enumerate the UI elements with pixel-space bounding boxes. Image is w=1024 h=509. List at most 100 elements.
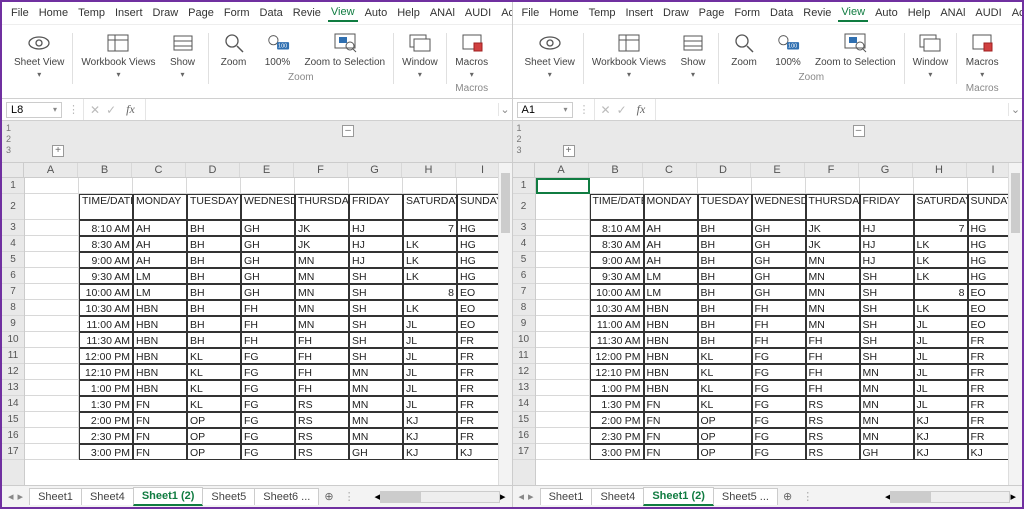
cell[interactable]: 1:00 PM — [79, 380, 133, 396]
cell[interactable] — [536, 332, 590, 348]
col-C[interactable]: C — [643, 163, 697, 177]
row-header[interactable]: 14 — [513, 396, 535, 412]
cell[interactable]: GH — [752, 252, 806, 268]
cell-header[interactable]: THURSDAY — [295, 194, 349, 220]
zoom-button[interactable]: Zoom — [725, 29, 763, 70]
col-G[interactable]: G — [859, 163, 913, 177]
cell[interactable]: FN — [644, 444, 698, 460]
cell[interactable]: FG — [752, 412, 806, 428]
cell[interactable] — [25, 364, 79, 380]
cell[interactable] — [536, 252, 590, 268]
add-sheet-button[interactable]: ⊕ — [777, 490, 798, 503]
row-header[interactable]: 4 — [513, 236, 535, 252]
sheet-tab[interactable]: Sheet5 ... — [713, 488, 778, 505]
cell[interactable]: RS — [295, 396, 349, 412]
col-E[interactable]: E — [751, 163, 805, 177]
row-header[interactable]: 11 — [2, 348, 24, 364]
cell[interactable]: KL — [187, 396, 241, 412]
cell[interactable]: 9:30 AM — [79, 268, 133, 284]
cell[interactable]: 12:00 PM — [79, 348, 133, 364]
add-sheet-button[interactable]: ⊕ — [318, 490, 339, 503]
cell[interactable]: MN — [349, 428, 403, 444]
row-header[interactable]: 5 — [513, 252, 535, 268]
cell-header[interactable]: SATURDAY — [914, 194, 968, 220]
cell[interactable]: 9:30 AM — [590, 268, 644, 284]
cell[interactable]: LK — [914, 236, 968, 252]
cell[interactable]: HBN — [133, 380, 187, 396]
cell[interactable]: LM — [644, 268, 698, 284]
cell[interactable]: 2:00 PM — [79, 412, 133, 428]
enter-icon[interactable]: ✓ — [106, 103, 116, 117]
cell[interactable]: SH — [349, 332, 403, 348]
cell[interactable]: JL — [914, 380, 968, 396]
cell[interactable]: KJ — [914, 444, 968, 460]
select-all-corner[interactable] — [513, 163, 535, 177]
cell[interactable]: JK — [295, 220, 349, 236]
cell[interactable]: GH — [349, 444, 403, 460]
cell[interactable]: BH — [187, 284, 241, 300]
formula-expand[interactable]: ⌄ — [1008, 103, 1022, 116]
cell[interactable]: LM — [133, 268, 187, 284]
cell[interactable]: BH — [698, 284, 752, 300]
hscroll-right[interactable]: ▸ — [1010, 490, 1016, 503]
cell[interactable]: HBN — [644, 364, 698, 380]
cell[interactable]: GH — [860, 444, 914, 460]
cell[interactable] — [25, 252, 79, 268]
cell[interactable]: FG — [241, 348, 295, 364]
cancel-icon[interactable]: ✕ — [90, 103, 100, 117]
cell[interactable] — [644, 178, 698, 194]
cell[interactable]: JK — [806, 236, 860, 252]
menu-data[interactable]: Data — [257, 5, 286, 21]
macros-button[interactable]: Macros ▾ — [453, 29, 491, 81]
cell[interactable]: MN — [295, 268, 349, 284]
cell[interactable]: 2:00 PM — [590, 412, 644, 428]
cell[interactable]: RS — [295, 412, 349, 428]
cell[interactable]: MN — [860, 428, 914, 444]
cell[interactable]: FH — [752, 316, 806, 332]
col-B[interactable]: B — [78, 163, 132, 177]
cell[interactable]: RS — [295, 444, 349, 460]
cell[interactable]: KL — [187, 380, 241, 396]
cell[interactable]: BH — [187, 268, 241, 284]
row-header[interactable]: 14 — [2, 396, 24, 412]
col-A[interactable]: A — [535, 163, 589, 177]
cell[interactable] — [752, 178, 806, 194]
cell[interactable] — [590, 178, 644, 194]
cell[interactable] — [25, 220, 79, 236]
cell[interactable] — [25, 444, 79, 460]
cell[interactable] — [187, 178, 241, 194]
cell[interactable]: 8 — [403, 284, 457, 300]
cell[interactable] — [536, 316, 590, 332]
cell[interactable]: HBN — [644, 316, 698, 332]
cell[interactable] — [914, 178, 968, 194]
cell[interactable]: 7 — [403, 220, 457, 236]
show-button[interactable]: Show ▾ — [164, 29, 202, 81]
cell[interactable]: GH — [241, 268, 295, 284]
menu-auto[interactable]: Auto — [872, 5, 901, 21]
cell[interactable]: 12:10 PM — [79, 364, 133, 380]
menu-review[interactable]: Revie — [800, 5, 834, 21]
cell[interactable]: KL — [698, 348, 752, 364]
col-F[interactable]: F — [294, 163, 348, 177]
cell[interactable]: SH — [349, 268, 403, 284]
menu-form[interactable]: Form — [731, 5, 763, 21]
cell[interactable] — [806, 178, 860, 194]
row-header[interactable]: 9 — [513, 316, 535, 332]
cell[interactable]: SH — [860, 300, 914, 316]
col-C[interactable]: C — [132, 163, 186, 177]
cell-header[interactable]: THURSDAY — [806, 194, 860, 220]
row-header[interactable]: 12 — [2, 364, 24, 380]
zoom-100-button[interactable]: 100 100% — [259, 29, 297, 70]
row-header[interactable]: 16 — [513, 428, 535, 444]
cell[interactable] — [536, 364, 590, 380]
row-header[interactable]: 13 — [513, 380, 535, 396]
cell[interactable]: 9:00 AM — [590, 252, 644, 268]
cell[interactable]: RS — [806, 412, 860, 428]
cell[interactable]: JL — [914, 348, 968, 364]
cell[interactable] — [25, 178, 79, 194]
row-header[interactable]: 1 — [2, 178, 24, 194]
col-D[interactable]: D — [697, 163, 751, 177]
tab-nav-prev[interactable]: ◂ — [8, 490, 14, 503]
cell[interactable]: FN — [133, 396, 187, 412]
cell[interactable]: MN — [349, 380, 403, 396]
